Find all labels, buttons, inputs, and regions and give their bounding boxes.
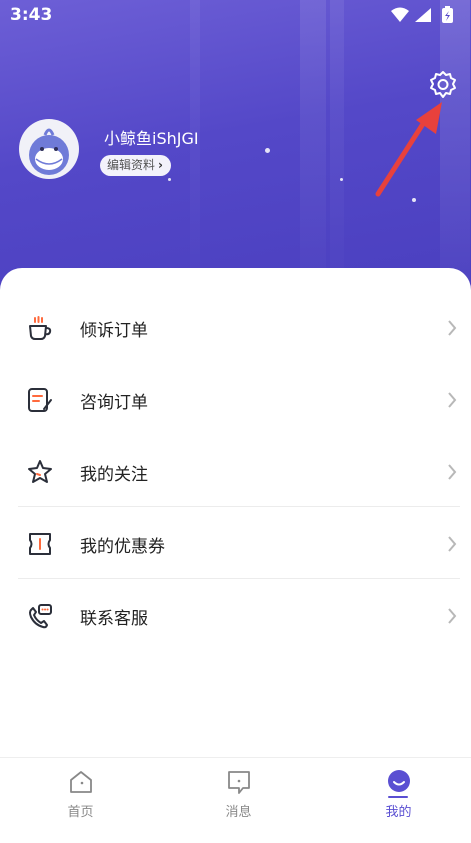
edit-profile-label: 编辑资料 (107, 158, 156, 172)
bottom-tab-bar: 首页 消息 我的 (0, 757, 471, 843)
wifi-signal-battery-icon (391, 6, 453, 23)
coupon-icon (29, 533, 51, 555)
chevron-right-icon (448, 608, 457, 624)
tab-label: 我的 (385, 805, 412, 820)
divider (18, 578, 460, 579)
note-edit-icon (28, 388, 52, 412)
tab-messages[interactable]: 消息 (160, 758, 317, 843)
sparkle (168, 178, 171, 181)
menu-label: 联系客服 (80, 609, 148, 629)
tab-home[interactable]: 首页 (2, 758, 159, 843)
edit-profile-button[interactable]: 编辑资料 › (100, 155, 171, 176)
menu-item-customer-service[interactable]: 联系客服 (18, 580, 460, 652)
menu-label: 我的关注 (80, 465, 148, 485)
smile-icon (388, 770, 410, 792)
chevron-right-icon: › (158, 158, 163, 172)
menu-label: 咨询订单 (80, 393, 148, 413)
sparkle (340, 178, 343, 181)
light-streak (190, 0, 200, 300)
chevron-right-icon (448, 464, 457, 480)
tab-label: 首页 (67, 805, 94, 820)
tab-label: 消息 (225, 805, 252, 820)
status-icons (389, 5, 459, 29)
chevron-right-icon (448, 536, 457, 552)
chevron-right-icon (448, 392, 457, 408)
menu-item-consult-orders[interactable]: 咨询订单 (18, 364, 460, 436)
menu-item-vent-orders[interactable]: 倾诉订单 (18, 292, 460, 364)
cup-icon (29, 316, 52, 340)
light-streak (300, 0, 326, 300)
divider (18, 506, 460, 507)
menu-label: 倾诉订单 (80, 321, 148, 341)
active-indicator (388, 796, 408, 798)
username: 小鲸鱼iShJGI (104, 129, 199, 148)
sparkle (265, 148, 270, 153)
avatar[interactable] (19, 119, 79, 179)
menu-label: 我的优惠券 (80, 537, 165, 557)
whale-avatar-icon (29, 128, 69, 175)
status-time: 3:43 (10, 5, 53, 25)
chevron-right-icon (448, 320, 457, 336)
menu-card: 倾诉订单 咨询订单 我的关注 我的优惠券 联系客服 (0, 268, 471, 788)
annotation-arrow (375, 102, 442, 197)
phone-chat-icon (29, 604, 52, 629)
tab-me[interactable]: 我的 (320, 758, 471, 843)
menu-item-my-coupons[interactable]: 我的优惠券 (18, 508, 460, 580)
star-icon (28, 460, 52, 483)
status-bar: 3:43 (0, 0, 471, 32)
light-streak (330, 0, 344, 300)
message-icon (228, 771, 250, 794)
menu-item-my-follows[interactable]: 我的关注 (18, 436, 460, 508)
home-icon (70, 771, 92, 793)
